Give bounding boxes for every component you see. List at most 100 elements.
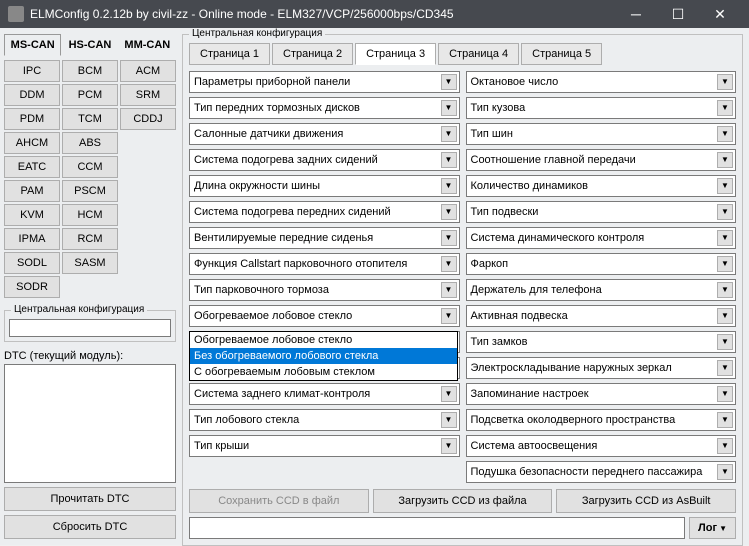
param-left-select-9[interactable]: Обогреваемое лобовое стекло▼ — [189, 305, 460, 327]
chevron-down-icon: ▼ — [441, 308, 457, 324]
page-tab-4[interactable]: Страница 4 — [438, 43, 519, 65]
param-right-select-3[interactable]: Соотношение главной передачи▼ — [466, 149, 737, 171]
module-pscm[interactable]: PSCM — [62, 180, 118, 202]
chevron-down-icon: ▼ — [441, 152, 457, 168]
dropdown-list[interactable]: Обогреваемое лобовое стеклоБез обогревае… — [189, 331, 458, 381]
module-eatc[interactable]: EATC — [4, 156, 60, 178]
chevron-down-icon: ▼ — [717, 126, 733, 142]
param-left-select-12[interactable]: Система заднего климат-контроля▼ — [189, 383, 460, 405]
param-left-select-7[interactable]: Функция Callstart парковочного отопителя… — [189, 253, 460, 275]
dtc-list[interactable] — [4, 364, 176, 483]
load-ccd-asbuilt-button[interactable]: Загрузить CCD из AsBuilt — [556, 489, 736, 513]
chevron-down-icon: ▼ — [717, 204, 733, 220]
param-right-select-13[interactable]: Подсветка околодверного пространства▼ — [466, 409, 737, 431]
minimize-button[interactable]: ─ — [615, 0, 657, 28]
chevron-down-icon: ▼ — [717, 74, 733, 90]
param-left-select-6[interactable]: Вентилируемые передние сиденья▼ — [189, 227, 460, 249]
param-right-select-8[interactable]: Держатель для телефона▼ — [466, 279, 737, 301]
param-left-select-1[interactable]: Тип передних тормозных дисков▼ — [189, 97, 460, 119]
param-right-select-4[interactable]: Количество динамиков▼ — [466, 175, 737, 197]
chevron-down-icon: ▼ — [717, 360, 733, 376]
page-tab-5[interactable]: Страница 5 — [521, 43, 602, 65]
chevron-down-icon: ▼ — [441, 74, 457, 90]
param-right-select-5[interactable]: Тип подвески▼ — [466, 201, 737, 223]
right-select-column: Октановое число▼ Тип кузова▼ Тип шин▼ Соотн… — [466, 71, 737, 483]
module-tcm[interactable]: TCM — [62, 108, 118, 130]
module-acm[interactable]: ACM — [120, 60, 176, 82]
module-sasm[interactable]: SASM — [62, 252, 118, 274]
module-ipc[interactable]: IPC — [4, 60, 60, 82]
module-kvm[interactable]: KVM — [4, 204, 60, 226]
module-ipma[interactable]: IPMA — [4, 228, 60, 250]
module-hcm[interactable]: HCM — [62, 204, 118, 226]
chevron-down-icon: ▼ — [719, 524, 727, 533]
module-rcm[interactable]: RCM — [62, 228, 118, 250]
module-cddj[interactable]: CDDJ — [120, 108, 176, 130]
param-right-select-15[interactable]: Подушка безопасности переднего пассажира… — [466, 461, 737, 483]
page-tab-1[interactable]: Страница 1 — [189, 43, 270, 65]
param-left-select-4[interactable]: Длина окружности шины▼ — [189, 175, 460, 197]
param-left-select-3[interactable]: Система подогрева задних сидений▼ — [189, 149, 460, 171]
param-left-select-5[interactable]: Система подогрева передних сидений▼ — [189, 201, 460, 223]
module-ddm[interactable]: DDM — [4, 84, 60, 106]
read-dtc-button[interactable]: Прочитать DTC — [4, 487, 176, 511]
module-pcm[interactable]: PCM — [62, 84, 118, 106]
page-tabs: Страница 1Страница 2Страница 3Страница 4… — [189, 43, 736, 65]
chevron-down-icon: ▼ — [717, 464, 733, 480]
module-ccm[interactable]: CCM — [62, 156, 118, 178]
chevron-down-icon: ▼ — [441, 438, 457, 454]
config-group-label: Центральная конфигурация — [189, 28, 325, 39]
chevron-down-icon: ▼ — [717, 230, 733, 246]
log-button[interactable]: Лог▼ — [689, 517, 736, 539]
dtc-label: DTC (текущий модуль): — [4, 350, 176, 362]
param-right-select-6[interactable]: Система динамического контроля▼ — [466, 227, 737, 249]
param-right-select-14[interactable]: Система автоосвещения▼ — [466, 435, 737, 457]
load-ccd-file-button[interactable]: Загрузить CCD из файла — [373, 489, 553, 513]
save-ccd-button[interactable]: Сохранить CCD в файл — [189, 489, 369, 513]
config-group: Центральная конфигурация Страница 1Стран… — [182, 34, 743, 546]
log-input[interactable] — [189, 517, 685, 539]
app-icon — [8, 6, 24, 22]
param-right-select-11[interactable]: Электроскладывание наружных зеркал▼ — [466, 357, 737, 379]
page-tab-3[interactable]: Страница 3 — [355, 43, 436, 65]
module-srm[interactable]: SRM — [120, 84, 176, 106]
module-sodl[interactable]: SODL — [4, 252, 60, 274]
param-right-select-10[interactable]: Тип замков▼ — [466, 331, 737, 353]
tab-hs-can[interactable]: HS-CAN — [61, 34, 118, 56]
param-left-select-2[interactable]: Салонные датчики движения▼ — [189, 123, 460, 145]
chevron-down-icon: ▼ — [441, 100, 457, 116]
module-abs[interactable]: ABS — [62, 132, 118, 154]
close-button[interactable]: ✕ — [699, 0, 741, 28]
param-right-select-7[interactable]: Фаркоп▼ — [466, 253, 737, 275]
left-select-column: Параметры приборной панели▼ Тип передних … — [189, 71, 460, 483]
module-grid: IPCDDMPDMAHCMEATCPAMKVMIPMASODLSODR BCMPC… — [4, 60, 176, 298]
param-left-select-8[interactable]: Тип парковочного тормоза▼ — [189, 279, 460, 301]
param-right-select-12[interactable]: Запоминание настроек▼ — [466, 383, 737, 405]
param-left-select-14[interactable]: Тип крыши▼ — [189, 435, 460, 457]
chevron-down-icon: ▼ — [717, 438, 733, 454]
module-pam[interactable]: PAM — [4, 180, 60, 202]
chevron-down-icon: ▼ — [441, 204, 457, 220]
tab-mm-can[interactable]: MM-CAN — [119, 34, 176, 56]
chevron-down-icon: ▼ — [717, 100, 733, 116]
clear-dtc-button[interactable]: Сбросить DTC — [4, 515, 176, 539]
module-pdm[interactable]: PDM — [4, 108, 60, 130]
dropdown-option-2[interactable]: С обогреваемым лобовым стеклом — [190, 364, 457, 380]
param-left-select-13[interactable]: Тип лобового стекла▼ — [189, 409, 460, 431]
param-right-select-2[interactable]: Тип шин▼ — [466, 123, 737, 145]
chevron-down-icon: ▼ — [441, 178, 457, 194]
selects-grid: Параметры приборной панели▼ Тип передних … — [189, 71, 736, 483]
module-sodr[interactable]: SODR — [4, 276, 60, 298]
tab-ms-can[interactable]: MS-CAN — [4, 34, 61, 56]
module-bcm[interactable]: BCM — [62, 60, 118, 82]
param-right-select-9[interactable]: Активная подвеска▼ — [466, 305, 737, 327]
maximize-button[interactable]: ☐ — [657, 0, 699, 28]
dropdown-option-0[interactable]: Обогреваемое лобовое стекло — [190, 332, 457, 348]
page-tab-2[interactable]: Страница 2 — [272, 43, 353, 65]
central-config-input[interactable] — [9, 319, 171, 337]
dropdown-option-1[interactable]: Без обогреваемого лобового стекла — [190, 348, 457, 364]
param-left-select-0[interactable]: Параметры приборной панели▼ — [189, 71, 460, 93]
param-right-select-1[interactable]: Тип кузова▼ — [466, 97, 737, 119]
module-ahcm[interactable]: AHCM — [4, 132, 60, 154]
param-right-select-0[interactable]: Октановое число▼ — [466, 71, 737, 93]
